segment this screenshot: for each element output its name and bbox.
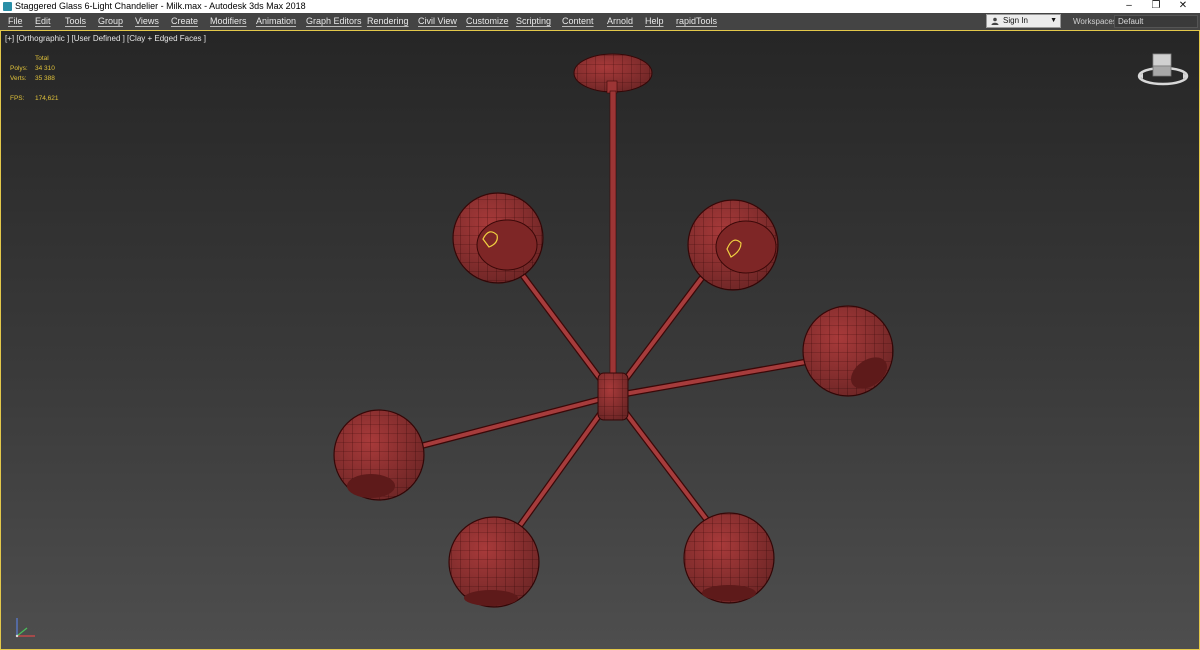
stats-header: Total: [35, 55, 49, 62]
globe-left: [333, 409, 425, 501]
app-icon: [3, 2, 12, 11]
menu-arnold[interactable]: Arnold: [607, 13, 633, 30]
menu-customize[interactable]: Customize: [466, 13, 509, 30]
chevron-down-icon: ▼: [1050, 17, 1057, 24]
polys-value: 34 310: [35, 65, 55, 72]
workspaces-select[interactable]: Default: [1114, 15, 1198, 28]
title-bar: Staggered Glass 6-Light Chandelier - Mil…: [0, 0, 1200, 13]
menu-create[interactable]: Create: [171, 13, 198, 30]
menu-help[interactable]: Help: [645, 13, 664, 30]
viewport-label[interactable]: [+] [Orthographic ] [User Defined ] [Cla…: [5, 34, 206, 43]
polys-label: Polys:: [10, 65, 28, 72]
menu-rendering[interactable]: Rendering: [367, 13, 409, 30]
globe-upper-right: [687, 199, 779, 291]
minimize-button[interactable]: –: [1116, 0, 1142, 13]
menu-group[interactable]: Group: [98, 13, 123, 30]
axis-tripod-icon: [15, 618, 35, 638]
menu-graph-editors[interactable]: Graph Editors: [306, 13, 362, 30]
user-icon: [991, 17, 999, 25]
sign-in-dropdown[interactable]: Sign In ▼: [986, 14, 1061, 28]
chandelier-model: [333, 53, 894, 608]
menu-rapidtools[interactable]: rapidTools: [676, 13, 717, 30]
menu-animation[interactable]: Animation: [256, 13, 296, 30]
globe-upper-left: [452, 192, 544, 284]
main-rod: [609, 90, 617, 380]
restore-button[interactable]: ❐: [1143, 0, 1169, 13]
menu-views[interactable]: Views: [135, 13, 159, 30]
menu-tools[interactable]: Tools: [65, 13, 86, 30]
close-button[interactable]: ✕: [1170, 0, 1196, 13]
window-title: Staggered Glass 6-Light Chandelier - Mil…: [15, 1, 306, 11]
menu-modifiers[interactable]: Modifiers: [210, 13, 247, 30]
menu-edit[interactable]: Edit: [35, 13, 51, 30]
menu-civil-view[interactable]: Civil View: [418, 13, 457, 30]
globe-right: [802, 305, 894, 397]
fps-value: 174,621: [35, 95, 59, 102]
workspaces-label: Workspaces:: [1073, 17, 1120, 26]
fps-label: FPS:: [10, 95, 25, 102]
verts-label: Verts:: [10, 75, 27, 82]
verts-value: 35 388: [35, 75, 55, 82]
sign-in-label: Sign In: [1003, 16, 1028, 25]
globe-lower-left: [448, 516, 540, 608]
viewcube-icon[interactable]: [1135, 51, 1195, 91]
globe-lower-right: [683, 512, 775, 604]
menu-content[interactable]: Content: [562, 13, 594, 30]
menu-file[interactable]: File: [8, 13, 23, 30]
viewport[interactable]: [+] [Orthographic ] [User Defined ] [Cla…: [0, 30, 1200, 650]
menu-scripting[interactable]: Scripting: [516, 13, 551, 30]
